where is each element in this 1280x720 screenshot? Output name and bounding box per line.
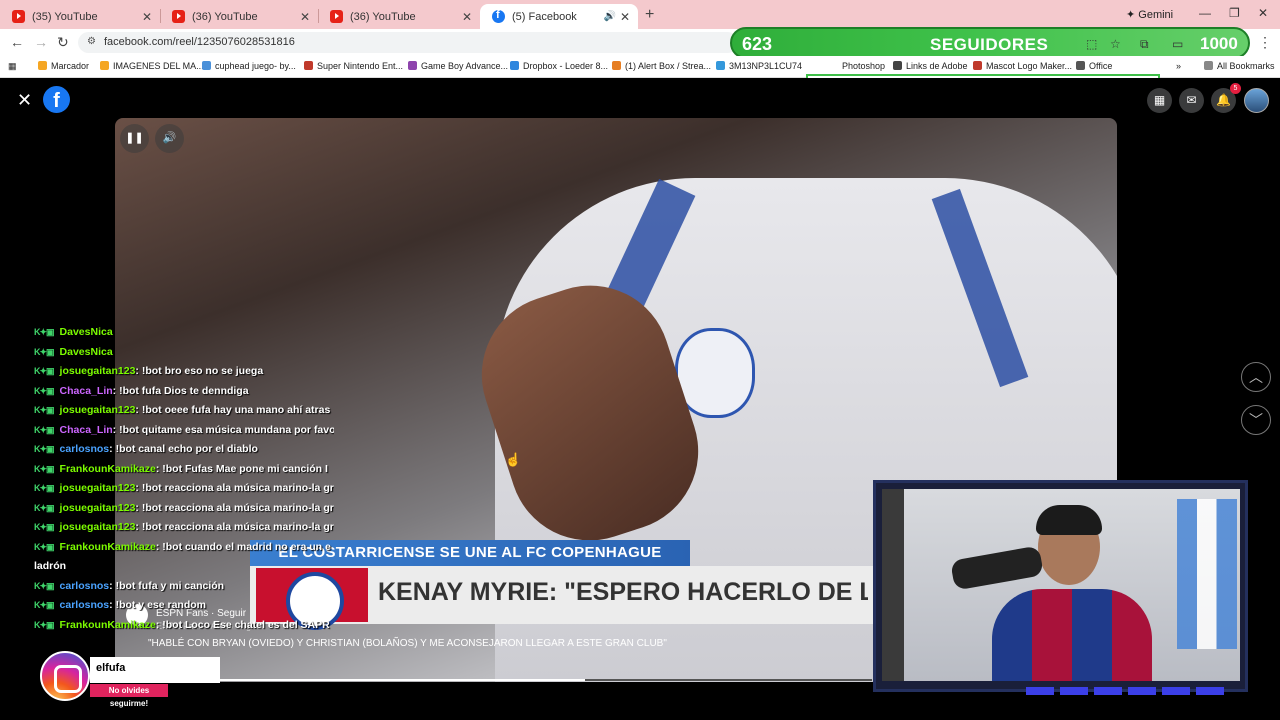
bookmark-label: (1) Alert Box / Strea...: [625, 61, 712, 71]
fc-copenhague-logo: [256, 568, 368, 630]
page-avatar[interactable]: [126, 604, 148, 626]
close-icon[interactable]: ✕: [142, 10, 152, 24]
next-reel-icon[interactable]: ﹀: [1241, 405, 1271, 435]
browser-tab-bar: (35) YouTube ✕ (36) YouTube ✕ (36) YouTu…: [0, 0, 1280, 29]
youtube-icon: [172, 10, 185, 23]
tab-title: (36) YouTube: [192, 10, 258, 23]
tab-youtube-2[interactable]: (36) YouTube ✕: [160, 4, 319, 29]
more-bookmarks-icon[interactable]: »: [1176, 61, 1181, 71]
bookmark-label: Photoshop: [842, 61, 886, 71]
facebook-logo-icon[interactable]: f: [43, 86, 70, 113]
youtube-icon: [12, 10, 25, 23]
bookmark-item[interactable]: cuphead juego- by...: [202, 61, 296, 71]
close-icon[interactable]: ✕: [620, 10, 630, 24]
back-icon[interactable]: ←: [10, 34, 24, 50]
bookmark-item[interactable]: Dropbox - Loeder 8...: [510, 61, 608, 71]
avatar[interactable]: [1244, 88, 1269, 113]
flag-image: [1177, 499, 1237, 649]
bookmark-item[interactable]: (1) Alert Box / Strea...: [612, 61, 711, 71]
webcam-overlay: [873, 480, 1248, 695]
url-text: facebook.com/reel/1235076028531816: [104, 36, 295, 48]
volume-icon[interactable]: 🔊: [155, 124, 184, 153]
tab-title: (35) YouTube: [32, 10, 98, 23]
facebook-icon: [492, 9, 505, 23]
url-field[interactable]: ⚙ facebook.com/reel/1235076028531816: [78, 32, 738, 53]
extensions-icon[interactable]: ⧉: [1140, 37, 1149, 52]
news-banner-main: KENAY MYRIE: "ESPERO HACERLO DE LA MEJO: [250, 566, 874, 630]
forward-icon[interactable]: →: [34, 34, 48, 50]
bookmark-label: Marcador: [51, 61, 90, 71]
bookmark-label: IMAGENES DEL MA...: [113, 61, 204, 71]
gemini-button[interactable]: ✦ Gemini: [1126, 8, 1173, 21]
webcam-decoration: [1026, 687, 1226, 695]
maximize-icon[interactable]: ❐: [1229, 6, 1240, 20]
minimize-icon[interactable]: —: [1199, 6, 1211, 20]
all-bookmarks-label: All Bookmarks: [1217, 61, 1275, 71]
gemini-label: Gemini: [1138, 9, 1174, 21]
seek-fill: [220, 679, 586, 681]
tab-youtube-1[interactable]: (35) YouTube ✕: [0, 4, 161, 29]
bookmark-item[interactable]: Mascot Logo Maker...: [973, 61, 1072, 71]
bookmark-label: Mascot Logo Maker...: [986, 61, 1073, 71]
bookmark-label: Dropbox - Loeder 8...: [523, 61, 609, 71]
close-icon[interactable]: ✕: [462, 10, 472, 24]
apps-icon[interactable]: ▦: [8, 61, 17, 72]
reel-caption: "HABLÉ CON BRYAN (OVIEDO) Y CHRISTIAN (B…: [148, 638, 667, 649]
instagram-icon: [40, 651, 90, 701]
close-icon[interactable]: ✕: [300, 10, 310, 24]
bookmark-item[interactable]: Links de Adobe: [893, 61, 968, 71]
video-seek-bar[interactable]: [220, 679, 872, 681]
bookmark-label: Game Boy Advance...: [421, 61, 509, 71]
reel-author: ESPN Fans · Seguir: [156, 608, 247, 619]
audio-label[interactable]: ESPN Fans · Audio original: [156, 621, 265, 631]
pause-icon[interactable]: ❚❚: [120, 124, 149, 153]
menu-grid-icon[interactable]: ▦: [1147, 88, 1172, 113]
new-tab-button[interactable]: +: [645, 6, 654, 24]
follower-goal: 1000: [1200, 34, 1238, 53]
speaker-icon[interactable]: 🔊: [604, 11, 616, 22]
all-bookmarks[interactable]: All Bookmarks: [1204, 61, 1275, 71]
bookmark-item[interactable]: Office: [1076, 61, 1112, 71]
follower-count: 623: [742, 34, 773, 54]
followers-goal-widget: 623 SEGUIDORES ⬚ ☆ ⧉ ▭ 1000: [730, 27, 1250, 59]
bookmark-item[interactable]: Photoshop: [842, 61, 885, 71]
bookmark-label: 3M13NP3L1CU74: [729, 61, 803, 71]
instagram-subtitle: No olvides seguirme!: [90, 684, 168, 708]
bookmark-item[interactable]: IMAGENES DEL MA...: [100, 61, 204, 71]
mouse-cursor-icon: ☝: [505, 452, 522, 467]
bookmark-item[interactable]: Marcador: [38, 61, 89, 71]
youtube-icon: [330, 10, 343, 23]
previous-reel-icon[interactable]: ︿: [1241, 362, 1271, 392]
instagram-handle: elfufa: [90, 657, 220, 683]
install-icon[interactable]: ⬚: [1086, 37, 1097, 51]
bookmark-label: Super Nintendo Ent...: [317, 61, 404, 71]
tab-title: (36) YouTube: [350, 10, 416, 23]
webcam-feed: [882, 489, 1240, 681]
menu-icon[interactable]: ⋮: [1258, 34, 1272, 51]
tab-youtube-3[interactable]: (36) YouTube ✕: [318, 4, 480, 29]
tab-title: (5) Facebook: [512, 10, 577, 23]
notification-badge: 5: [1230, 83, 1241, 94]
reload-icon[interactable]: ↻: [57, 34, 69, 51]
followers-label: SEGUIDORES: [930, 35, 1049, 54]
bookmark-label: Links de Adobe: [906, 61, 968, 71]
bookmark-label: Office: [1089, 61, 1113, 71]
bookmark-item[interactable]: Super Nintendo Ent...: [304, 61, 403, 71]
follow-link[interactable]: Seguir: [217, 608, 246, 619]
banner-headline: KENAY MYRIE: "ESPERO HACERLO DE LA MEJO: [378, 578, 868, 606]
sidepanel-icon[interactable]: ▭: [1172, 37, 1183, 51]
streamer: [950, 505, 1152, 681]
bookmark-item[interactable]: 3M13NP3L1CU74: [716, 61, 802, 71]
news-banner-top: EL COSTARRICENSE SE UNE AL FC COPENHAGUE: [250, 540, 690, 566]
page-name[interactable]: ESPN Fans: [156, 608, 208, 619]
bookmark-item[interactable]: Game Boy Advance...: [408, 61, 508, 71]
bookmark-label: cuphead juego- by...: [215, 61, 296, 71]
site-info-icon[interactable]: ⚙: [87, 36, 96, 47]
star-icon[interactable]: ☆: [1110, 37, 1121, 51]
tab-facebook[interactable]: (5) Facebook 🔊 ✕: [480, 4, 638, 29]
messenger-icon[interactable]: ✉: [1179, 88, 1204, 113]
microphone-icon: [950, 545, 1044, 591]
window-close-icon[interactable]: ✕: [1258, 6, 1268, 20]
close-icon[interactable]: ✕: [17, 90, 32, 111]
